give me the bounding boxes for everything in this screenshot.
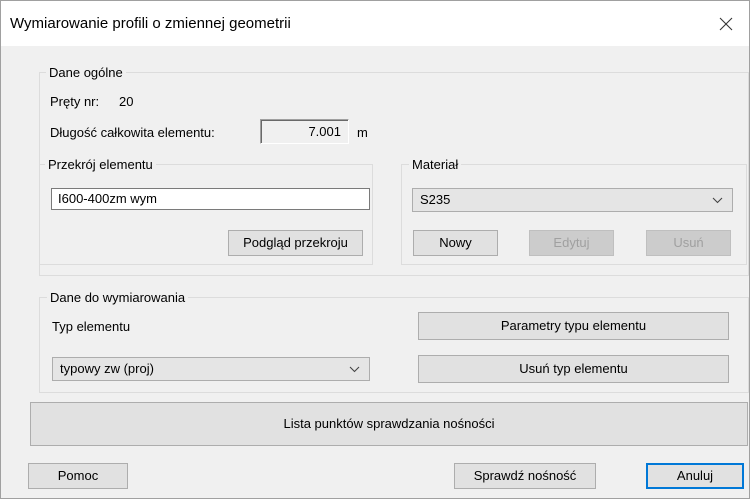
element-type-selected-value: typowy zw (proj): [60, 361, 154, 376]
chevron-down-icon: [349, 366, 360, 373]
material-edit-button[interactable]: Edytuj: [529, 230, 614, 256]
section-preview-button[interactable]: Podgląd przekroju: [228, 230, 363, 256]
bars-label: Pręty nr:: [50, 94, 100, 109]
title-bar: Wymiarowanie profili o zmiennej geometri…: [1, 1, 749, 46]
material-new-button[interactable]: Nowy: [413, 230, 498, 256]
length-label: Długość całkowita elementu:: [50, 125, 215, 140]
close-button[interactable]: [703, 1, 749, 46]
check-capacity-button[interactable]: Sprawdź nośność: [454, 463, 596, 489]
chevron-down-icon: [712, 197, 723, 204]
length-value-field: 7.001: [260, 119, 349, 144]
element-type-label: Typ elementu: [52, 319, 131, 334]
material-delete-button[interactable]: Usuń: [646, 230, 731, 256]
element-type-select[interactable]: typowy zw (proj): [52, 357, 370, 381]
dialog-window: Wymiarowanie profili o zmiennej geometri…: [0, 0, 750, 499]
design-data-legend: Dane do wymiarowania: [47, 290, 189, 305]
bars-value: 20: [119, 94, 134, 109]
section-legend: Przekrój elementu: [45, 157, 156, 172]
general-data-legend: Dane ogólne: [46, 65, 126, 80]
delete-element-type-button[interactable]: Usuń typ elementu: [418, 355, 729, 383]
element-type-params-button[interactable]: Parametry typu elementu: [418, 312, 729, 340]
material-selected-value: S235: [420, 192, 451, 207]
length-unit: m: [357, 125, 368, 140]
check-points-list-button[interactable]: Lista punktów sprawdzania nośności: [30, 402, 748, 446]
cancel-button[interactable]: Anuluj: [646, 463, 744, 489]
window-title: Wymiarowanie profili o zmiennej geometri…: [10, 15, 291, 32]
material-select[interactable]: S235: [412, 188, 733, 212]
close-icon: [719, 17, 733, 30]
material-legend: Materiał: [409, 157, 462, 172]
section-input[interactable]: I600-400zm wym: [51, 188, 370, 210]
help-button[interactable]: Pomoc: [28, 463, 128, 489]
